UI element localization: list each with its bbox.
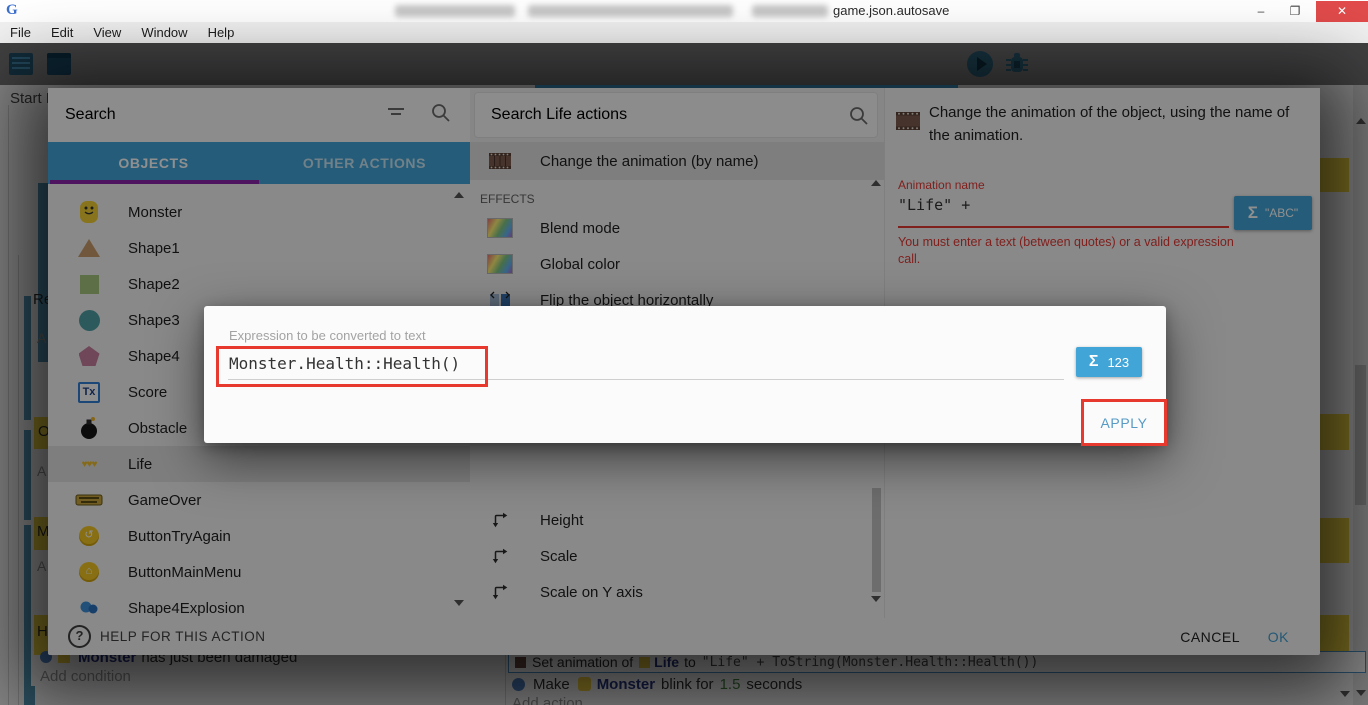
blurred-path-segment (395, 5, 515, 17)
gdevelop-logo-icon: G (6, 2, 18, 19)
number-expression-editor-button[interactable]: Σ 123 (1076, 347, 1142, 377)
menu-window[interactable]: Window (131, 22, 197, 43)
expression-editor-dialog: Expression to be converted to text Monst… (204, 306, 1166, 443)
menu-help[interactable]: Help (198, 22, 245, 43)
minimize-button[interactable]: – (1245, 1, 1277, 22)
menu-bar: File Edit View Window Help (0, 22, 1368, 44)
restore-button[interactable]: ❐ (1279, 1, 1311, 22)
blurred-path-segment (752, 5, 828, 17)
close-button[interactable]: ✕ (1316, 1, 1368, 22)
annotation-box-apply: APPLY (1081, 399, 1167, 446)
expression-field-label: Expression to be converted to text (229, 328, 426, 343)
gdevelop-window: G game.json.autosave – ❐ ✕ File Edit Vie… (0, 0, 1368, 705)
blurred-path-segment (528, 5, 733, 17)
title-bar: G game.json.autosave – ❐ ✕ (0, 0, 1368, 23)
annotation-box-expression (216, 346, 488, 387)
menu-file[interactable]: File (0, 22, 41, 43)
menu-edit[interactable]: Edit (41, 22, 83, 43)
menu-view[interactable]: View (83, 22, 131, 43)
sigma-icon: Σ (1089, 353, 1099, 371)
window-title: game.json.autosave (833, 3, 949, 18)
apply-button[interactable]: APPLY (1084, 402, 1164, 443)
